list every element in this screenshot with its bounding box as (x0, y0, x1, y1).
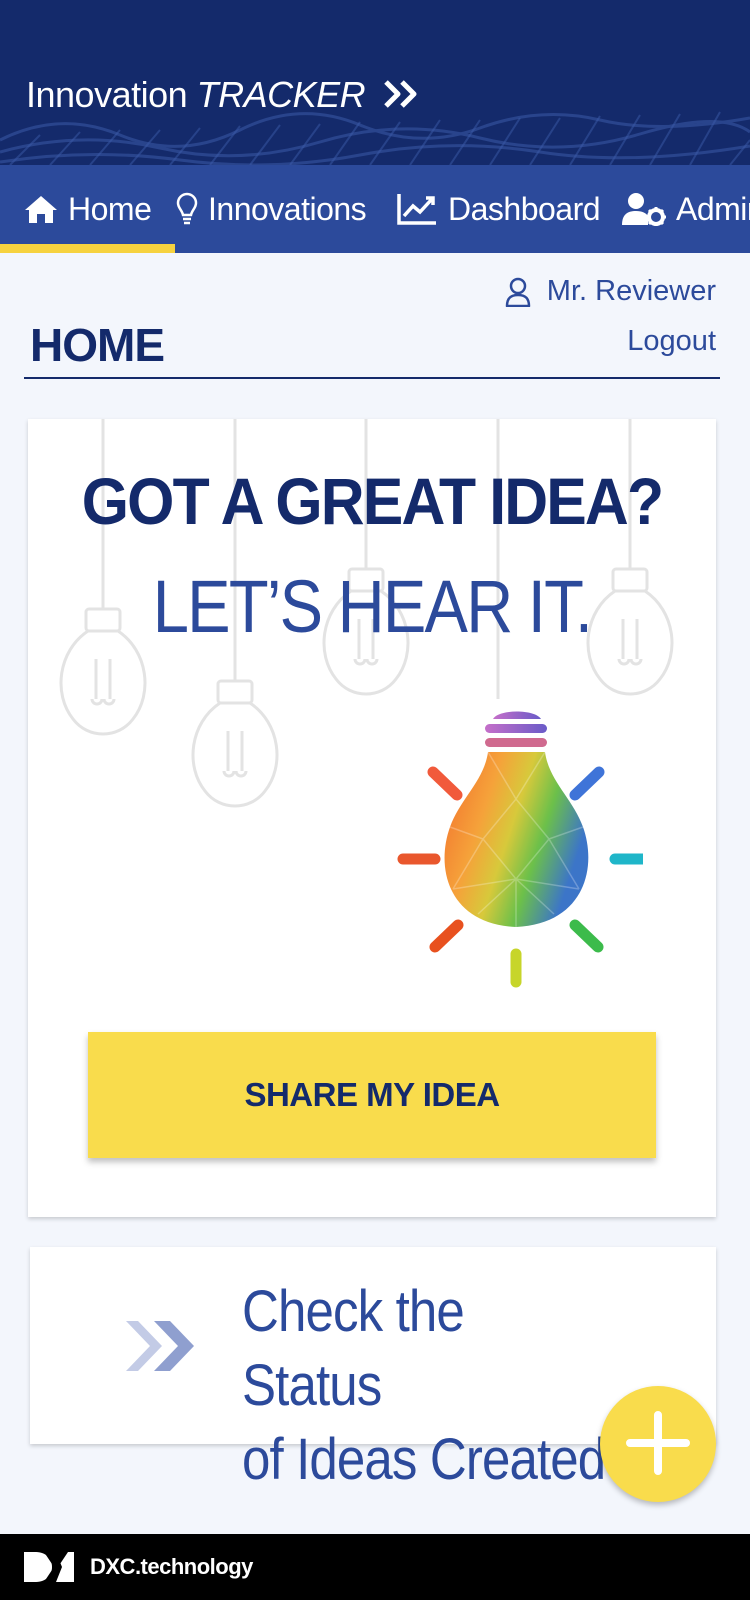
app-title-plain: Innovation (26, 74, 188, 115)
logout-link[interactable]: Logout (627, 325, 716, 358)
app-title-brand: TRACKER (196, 74, 366, 115)
app-header: Innovation TRACKER (0, 0, 750, 165)
user-name: Mr. Reviewer (546, 275, 716, 307)
main-nav: Home Innovations Dashboard Admin (0, 165, 750, 253)
user-cog-icon (622, 192, 666, 226)
idea-hero-card: GOT A GREAT IDEA? LET’S HEAR IT. SHARE M… (28, 419, 716, 1217)
nav-item-home[interactable]: Home (0, 165, 176, 253)
user-icon (505, 277, 531, 307)
lightbulb-icon (176, 192, 198, 226)
check-status-line-1: Check the Status (242, 1279, 465, 1418)
dxc-logo-icon (22, 1550, 76, 1584)
plus-icon (626, 1410, 690, 1478)
hero-headline-primary: GOT A GREAT IDEA? (81, 464, 664, 538)
user-menu[interactable]: Mr. Reviewer (505, 275, 716, 308)
nav-item-admin[interactable]: Admin (622, 165, 750, 253)
title-divider (24, 377, 720, 379)
app-title: Innovation TRACKER (26, 74, 419, 118)
page-title: HOME (30, 319, 165, 371)
share-my-idea-button[interactable]: SHARE MY IDEA (88, 1032, 656, 1158)
double-chevron-right-icon (124, 1319, 196, 1378)
check-status-label: Check the Status of Ideas Created (242, 1275, 612, 1497)
nav-item-label: Dashboard (448, 190, 601, 227)
nav-item-innovations[interactable]: Innovations (176, 165, 367, 253)
footer: DXC.technology (0, 1534, 750, 1600)
nav-item-dashboard[interactable]: Dashboard (396, 165, 601, 253)
nav-item-label: Home (68, 190, 152, 227)
rainbow-lightbulb-icon (397, 711, 643, 988)
double-chevron-right-icon (383, 76, 419, 118)
hero-headline-secondary: LET’S HEAR IT. (152, 565, 593, 648)
home-icon (24, 194, 58, 224)
nav-item-label: Admin (676, 190, 750, 227)
add-idea-fab[interactable] (600, 1386, 716, 1502)
check-status-line-2: of Ideas Created (242, 1427, 606, 1492)
footer-brand: DXC.technology (90, 1554, 253, 1579)
nav-item-label: Innovations (208, 190, 367, 227)
chart-line-icon (396, 192, 438, 226)
